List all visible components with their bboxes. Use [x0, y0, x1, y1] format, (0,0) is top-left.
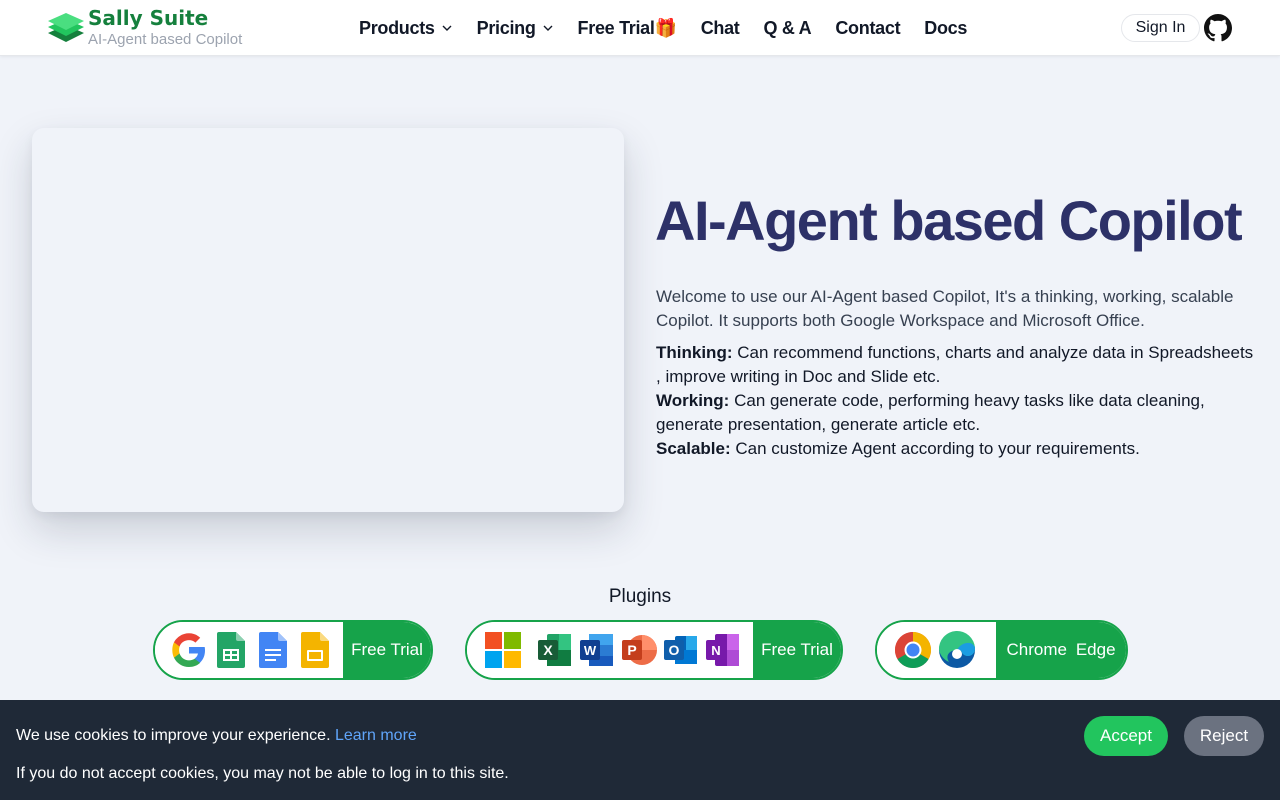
nav-pricing-label: Pricing	[476, 17, 536, 38]
feature-label: Thinking:	[656, 343, 733, 362]
product-video-placeholder[interactable]	[32, 128, 624, 512]
office-free-trial-button[interactable]: Free Trial	[753, 622, 841, 678]
google-icon	[172, 633, 205, 667]
microsoft-icon	[485, 632, 521, 668]
cookie-message-text: We use cookies to improve your experienc…	[16, 727, 335, 744]
hero-feature-list: Thinking: Can recommend functions, chart…	[656, 341, 1256, 461]
nav-qa[interactable]: Q & A	[764, 18, 812, 39]
nav-docs[interactable]: Docs	[924, 18, 967, 39]
browser-extension-plugin: Chrome Edge	[875, 620, 1128, 680]
chevron-down-icon	[442, 25, 452, 31]
chevron-down-icon	[543, 25, 553, 31]
edge-icon	[938, 630, 975, 668]
github-icon[interactable]	[1204, 14, 1232, 42]
cookie-warning: If you do not accept cookies, you may no…	[16, 765, 509, 782]
feature-scalable: Scalable: Can customize Agent according …	[656, 437, 1256, 461]
top-header: Sally Suite AI-Agent based Copilot Produ…	[0, 0, 1280, 56]
google-workspace-plugin: Free Trial	[153, 620, 433, 680]
hero-title: AI-Agent based Copilot	[655, 189, 1243, 252]
powerpoint-icon: P	[622, 635, 657, 665]
feature-working: Working: Can generate code, performing h…	[656, 389, 1256, 437]
google-slides-icon	[301, 632, 329, 668]
cookie-message: We use cookies to improve your experienc…	[16, 727, 417, 745]
svg-text:P: P	[627, 642, 636, 658]
sign-in-button[interactable]: Sign In	[1121, 14, 1200, 42]
feature-label: Scalable:	[656, 439, 731, 458]
feature-label: Working:	[656, 391, 730, 410]
feature-text: Can generate code, performing heavy task…	[656, 391, 1205, 434]
google-docs-icon	[259, 632, 287, 668]
word-icon: W	[580, 634, 613, 666]
chrome-extension-link[interactable]: Chrome	[1007, 640, 1067, 660]
svg-text:X: X	[543, 642, 553, 658]
nav-free-trial[interactable]: Free Trial🎁	[578, 18, 677, 39]
onenote-icon: N	[706, 634, 739, 666]
google-app-icons	[155, 622, 343, 678]
nav-pricing[interactable]: Pricing	[477, 18, 554, 39]
feature-text: Can customize Agent according to your re…	[730, 439, 1140, 458]
microsoft-app-icons: X W P O N	[467, 622, 753, 678]
accept-cookies-button[interactable]: Accept	[1084, 716, 1168, 756]
nav-chat[interactable]: Chat	[701, 18, 740, 39]
google-sheets-icon	[217, 632, 245, 668]
svg-text:N: N	[711, 643, 720, 658]
browser-extension-links: Chrome Edge	[996, 622, 1126, 678]
brand-tagline: AI-Agent based Copilot	[88, 31, 243, 48]
cookie-banner	[0, 700, 1280, 800]
brand-name: Sally Suite	[88, 6, 209, 30]
microsoft-office-plugin: X W P O N Free Trial	[465, 620, 843, 680]
chrome-icon	[894, 632, 932, 669]
excel-icon: X	[538, 634, 571, 666]
google-free-trial-button[interactable]: Free Trial	[343, 622, 431, 678]
feature-thinking: Thinking: Can recommend functions, chart…	[656, 341, 1256, 389]
svg-text:O: O	[669, 642, 680, 658]
learn-more-link[interactable]: Learn more	[335, 727, 417, 744]
svg-text:W: W	[584, 643, 597, 658]
brand-home-link[interactable]: Sally Suite AI-Agent based Copilot	[46, 6, 242, 50]
outlook-icon: O	[664, 636, 697, 664]
feature-text: Can recommend functions, charts and anal…	[656, 343, 1254, 386]
nav-products-label: Products	[359, 17, 435, 38]
reject-cookies-button[interactable]: Reject	[1184, 716, 1264, 756]
logo-icon	[48, 13, 84, 42]
nav-contact[interactable]: Contact	[835, 18, 900, 39]
edge-extension-link[interactable]: Edge	[1076, 640, 1116, 660]
browser-icons	[877, 622, 997, 678]
nav-products[interactable]: Products	[359, 18, 453, 39]
plugins-heading: Plugins	[608, 586, 672, 607]
main-nav: Products Pricing Free Trial🎁 Chat Q & A …	[359, 0, 967, 56]
hero-intro: Welcome to use our AI-Agent based Copilo…	[656, 287, 1234, 330]
